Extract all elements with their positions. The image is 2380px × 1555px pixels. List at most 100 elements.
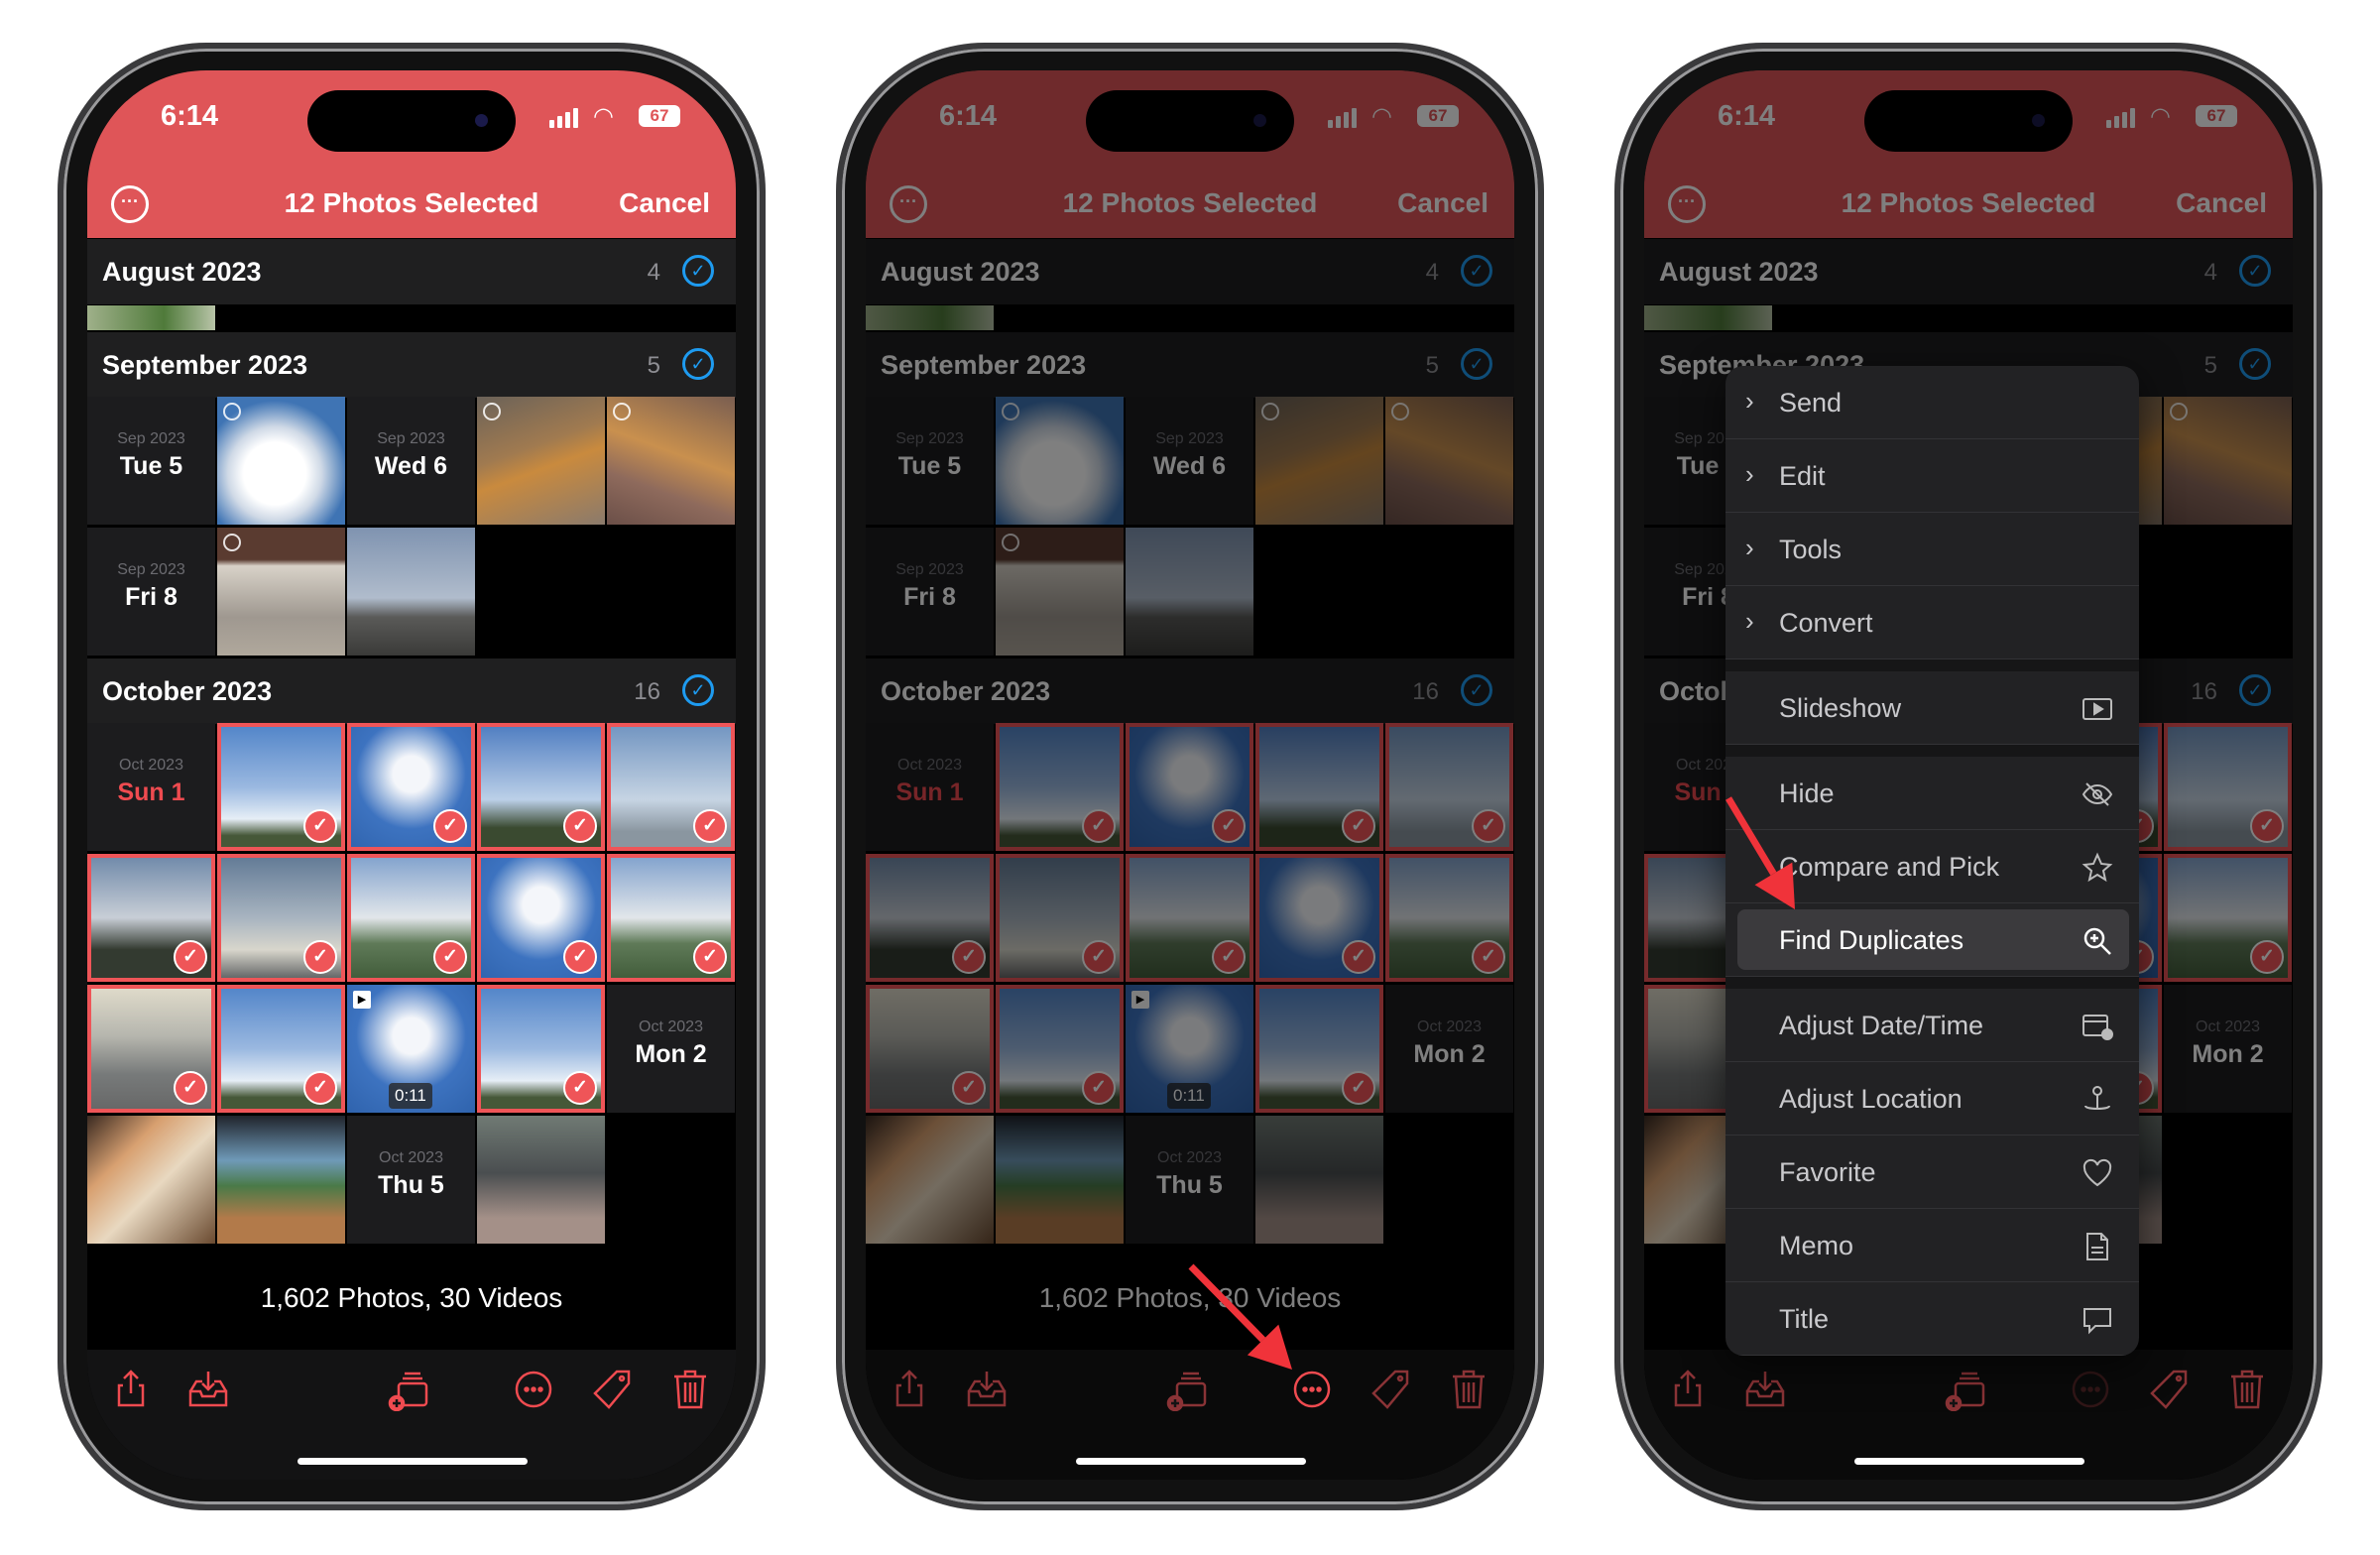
share-button[interactable] — [888, 1368, 931, 1411]
photo-thumbnail[interactable]: ✓ — [607, 854, 735, 982]
photo-thumbnail[interactable] — [217, 528, 345, 656]
add-to-album-button[interactable] — [387, 1368, 430, 1412]
photo-thumbnail[interactable] — [217, 1116, 345, 1244]
share-icon — [895, 1370, 923, 1407]
cancel-button[interactable]: Cancel — [619, 187, 710, 219]
section-header-august-2023[interactable]: August 2023 4 ✓ — [87, 239, 736, 304]
photo-thumbnail[interactable]: ✓ — [477, 985, 605, 1113]
photo-thumbnail[interactable]: ✓ — [347, 723, 475, 851]
photo-thumbnail[interactable] — [477, 1116, 605, 1244]
menu-item-title[interactable]: Title — [1726, 1282, 2139, 1356]
photo-thumbnail[interactable]: ✓ — [347, 854, 475, 982]
menu-group-separator — [1726, 977, 2139, 989]
more-icon — [515, 1371, 552, 1408]
import-button[interactable] — [1743, 1368, 1787, 1411]
tag-icon — [1371, 1370, 1409, 1409]
photo-thumbnail[interactable]: ✓ — [607, 723, 735, 851]
menu-item-compare-and-pick[interactable]: Compare and Pick — [1726, 830, 2139, 903]
menu-item-edit[interactable]: › Edit — [1726, 439, 2139, 513]
section-header-september-2023[interactable]: September 2023 5 ✓ — [87, 332, 736, 398]
menu-item-tools[interactable]: › Tools — [1726, 513, 2139, 586]
tag-button[interactable] — [591, 1368, 635, 1411]
menu-item-adjust-location[interactable]: Adjust Location — [1726, 1062, 2139, 1136]
tag-button[interactable] — [2148, 1368, 2192, 1411]
selected-check-icon: ✓ — [174, 1071, 207, 1105]
date-cell: Oct 2023 Mon 2 — [607, 985, 735, 1113]
menu-item-label: Compare and Pick — [1779, 852, 2000, 882]
more-icon — [2072, 1371, 2109, 1408]
menu-item-send[interactable]: › Send — [1726, 366, 2139, 439]
select-all-check-icon[interactable]: ✓ — [682, 255, 714, 287]
section-header-october-2023[interactable]: October 2023 16 ✓ — [87, 658, 736, 724]
menu-item-adjust-date-time[interactable]: Adjust Date/Time — [1726, 989, 2139, 1062]
photo-thumbnail[interactable] — [87, 305, 215, 330]
photo-thumbnail[interactable]: ✓ — [87, 854, 215, 982]
photo-thumbnail[interactable]: ✓ — [217, 854, 345, 982]
import-button[interactable] — [186, 1368, 230, 1411]
date-day: Mon 2 — [635, 1040, 707, 1068]
add-to-album-button[interactable] — [1165, 1368, 1209, 1412]
import-icon — [967, 1372, 1007, 1407]
home-indicator — [1076, 1458, 1306, 1465]
menu-item-slideshow[interactable]: Slideshow — [1726, 671, 2139, 745]
navigation-bar: 6:14◠67···12 Photos SelectedCancel — [87, 70, 736, 238]
home-indicator — [1854, 1458, 2084, 1465]
menu-group-separator — [1726, 745, 2139, 757]
date-day: Fri 8 — [125, 583, 178, 611]
battery-indicator: 67 — [639, 105, 680, 127]
tag-button[interactable] — [1369, 1368, 1413, 1411]
photo-thumbnail[interactable]: ✓ — [477, 723, 605, 851]
select-all-check-icon[interactable]: ✓ — [682, 674, 714, 706]
date-cell: Oct 2023 Thu 5 — [347, 1116, 475, 1244]
location-pin-icon — [2082, 1084, 2113, 1116]
trash-button[interactable] — [668, 1368, 712, 1411]
calendar-clock-icon — [2082, 1011, 2113, 1042]
section-count: 16 — [634, 678, 660, 705]
menu-item-label: Adjust Location — [1779, 1084, 1963, 1114]
more-button[interactable] — [2069, 1368, 2112, 1411]
photo-thumbnail[interactable] — [477, 397, 605, 525]
menu-item-label: Favorite — [1779, 1157, 1876, 1187]
menu-item-label: Convert — [1779, 608, 1873, 638]
share-button[interactable] — [109, 1368, 153, 1411]
photo-thumbnail[interactable]: ✓ — [217, 723, 345, 851]
video-icon: ▶ — [353, 991, 371, 1009]
selected-check-icon: ✓ — [563, 809, 597, 843]
photo-thumbnail[interactable]: ✓ — [87, 985, 215, 1113]
eye-slash-icon — [2082, 778, 2113, 810]
live-photo-icon — [483, 403, 501, 420]
import-button[interactable] — [965, 1368, 1009, 1411]
menu-item-find-duplicates[interactable]: Find Duplicates — [1726, 903, 2139, 977]
selected-check-icon: ✓ — [433, 809, 467, 843]
menu-item-memo[interactable]: Memo — [1726, 1209, 2139, 1282]
photo-thumbnail[interactable] — [347, 528, 475, 656]
select-all-check-icon[interactable]: ✓ — [682, 348, 714, 380]
menu-item-hide[interactable]: Hide — [1726, 757, 2139, 830]
share-button[interactable] — [1666, 1368, 1710, 1411]
video-thumbnail[interactable]: ▶ 0:11 — [347, 985, 475, 1113]
selected-check-icon: ✓ — [174, 940, 207, 974]
trash-button[interactable] — [1447, 1368, 1490, 1411]
photo-thumbnail[interactable] — [87, 1116, 215, 1244]
more-icon — [1293, 1371, 1331, 1408]
photo-thumbnail[interactable] — [217, 397, 345, 525]
iphone-frame: 6:14◠67···12 Photos SelectedCancelAugust… — [836, 43, 1544, 1510]
menu-item-label: Slideshow — [1779, 693, 1902, 723]
menu-item-label: Tools — [1779, 535, 1843, 564]
trash-button[interactable] — [2225, 1368, 2269, 1411]
photo-thumbnail[interactable]: ✓ — [477, 854, 605, 982]
add-to-album-button[interactable] — [1944, 1368, 1987, 1412]
more-button[interactable] — [1290, 1368, 1334, 1411]
date-month: Sep 2023 — [117, 561, 185, 578]
share-icon — [1674, 1370, 1702, 1407]
more-button[interactable] — [512, 1368, 555, 1411]
selected-check-icon: ✓ — [563, 1071, 597, 1105]
phone-screen: 6:14◠67···12 Photos SelectedCancelAugust… — [866, 70, 1514, 1480]
photo-thumbnail[interactable]: ✓ — [217, 985, 345, 1113]
menu-item-label: Hide — [1779, 778, 1835, 808]
menu-item-label: Find Duplicates — [1779, 925, 1964, 955]
phone-screen: 6:14◠67···12 Photos SelectedCancelAugust… — [87, 70, 736, 1480]
menu-item-favorite[interactable]: Favorite — [1726, 1136, 2139, 1209]
photo-thumbnail[interactable] — [607, 397, 735, 525]
menu-item-convert[interactable]: › Convert — [1726, 586, 2139, 659]
